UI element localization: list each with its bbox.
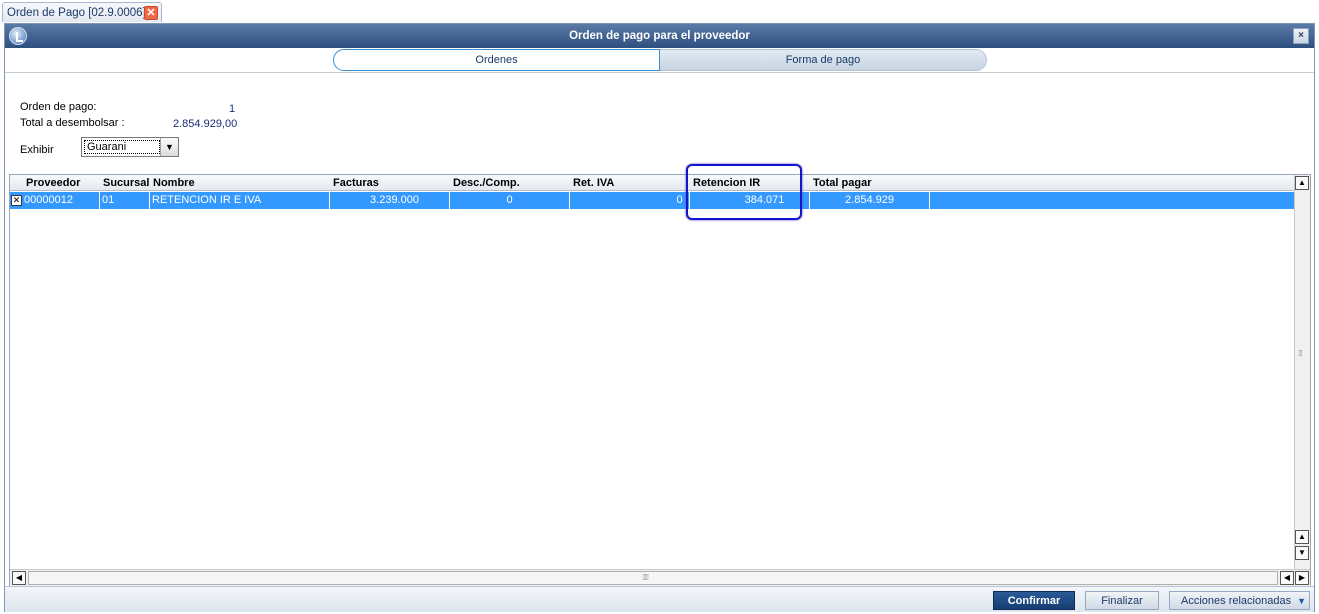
- cell-proveedor: 00000012: [22, 192, 100, 209]
- exhibir-label: Exhibir: [20, 144, 54, 156]
- scroll-grip-icon[interactable]: ⁞⁞⁞: [1298, 349, 1303, 358]
- window-close-icon[interactable]: ×: [1293, 28, 1309, 44]
- scroll-up-icon[interactable]: ▲: [1295, 176, 1309, 190]
- grid-header: Proveedor Sucursal Nombre Facturas Desc.…: [10, 175, 1294, 191]
- window-title: Orden de pago para el proveedor: [569, 30, 750, 42]
- finalizar-button[interactable]: Finalizar: [1085, 591, 1159, 610]
- scroll-left-icon[interactable]: ◀: [1280, 571, 1294, 585]
- chevron-down-icon: ▼: [1297, 596, 1306, 606]
- col-proveedor[interactable]: Proveedor: [24, 175, 80, 191]
- chevron-down-icon[interactable]: ▼: [160, 138, 178, 156]
- window-titlebar: Orden de pago para el proveedor ×: [5, 24, 1314, 48]
- acciones-relacionadas-button[interactable]: Acciones relacionadas ▼: [1169, 591, 1310, 610]
- orden-label: Orden de pago:: [20, 101, 97, 113]
- scroll-left-icon[interactable]: ◀: [12, 571, 26, 585]
- scroll-up-icon[interactable]: ▲: [1295, 530, 1309, 544]
- total-label: Total a desembolsar :: [20, 117, 125, 129]
- confirmar-button[interactable]: Confirmar: [993, 591, 1075, 610]
- currency-select[interactable]: Guarani ▼: [81, 137, 179, 157]
- acciones-relacionadas-label: Acciones relacionadas: [1181, 594, 1292, 607]
- col-ret-iva[interactable]: Ret. IVA: [571, 175, 614, 191]
- col-desc-comp[interactable]: Desc./Comp.: [451, 175, 520, 191]
- orders-grid: Proveedor Sucursal Nombre Facturas Desc.…: [9, 174, 1311, 587]
- annotation-highlight: [686, 164, 802, 220]
- document-tab[interactable]: Orden de Pago [02.9.0006] ✕: [2, 2, 162, 22]
- document-tab-label: Orden de Pago [02.9.0006]: [7, 6, 146, 19]
- tab-ordenes[interactable]: Ordenes: [333, 49, 660, 71]
- cell-ret-iva: 0: [570, 192, 690, 209]
- horizontal-scrollbar[interactable]: ◀ ⁞⁞⁞⁞⁞ ◀ ▶: [10, 569, 1310, 586]
- col-nombre[interactable]: Nombre: [151, 175, 195, 191]
- cell-nombre: RETENCION IR E IVA: [150, 192, 330, 209]
- col-sucursal[interactable]: Sucursal: [101, 175, 149, 191]
- row-checkbox[interactable]: ✕: [11, 195, 22, 206]
- scroll-right-icon[interactable]: ▶: [1295, 571, 1309, 585]
- close-tab-icon[interactable]: ✕: [144, 6, 158, 20]
- divider: [5, 72, 1314, 73]
- total-value: 2.854.929,00: [173, 118, 238, 130]
- scroll-track[interactable]: [28, 571, 1278, 585]
- footer-bar: Confirmar Finalizar Acciones relacionada…: [5, 586, 1314, 612]
- table-row[interactable]: ✕ 00000012 01 RETENCION IR E IVA 3.239.0…: [10, 192, 1294, 209]
- section-tabs: Ordenes Forma de pago: [333, 49, 987, 71]
- scroll-grip-icon[interactable]: ⁞⁞⁞⁞⁞: [642, 573, 649, 582]
- tab-forma-de-pago[interactable]: Forma de pago: [660, 49, 987, 71]
- scroll-down-icon[interactable]: ▼: [1295, 546, 1309, 560]
- col-total-pagar[interactable]: Total pagar: [811, 175, 871, 191]
- orden-value: 1: [229, 103, 236, 115]
- vertical-scrollbar[interactable]: ▲ ⁞⁞⁞ ▲ ▼: [1294, 175, 1310, 569]
- cell-total-pagar: 2.854.929: [810, 192, 930, 209]
- payment-order-window: Orden de pago para el proveedor × Ordene…: [4, 23, 1315, 612]
- cell-desc-comp: 0: [450, 192, 570, 209]
- app-logo-icon: [9, 27, 27, 45]
- document-tab-strip: Orden de Pago [02.9.0006] ✕: [0, 0, 1319, 23]
- col-facturas[interactable]: Facturas: [331, 175, 379, 191]
- cell-facturas: 3.239.000: [330, 192, 450, 209]
- currency-select-value: Guarani: [84, 140, 160, 154]
- cell-sucursal: 01: [100, 192, 150, 209]
